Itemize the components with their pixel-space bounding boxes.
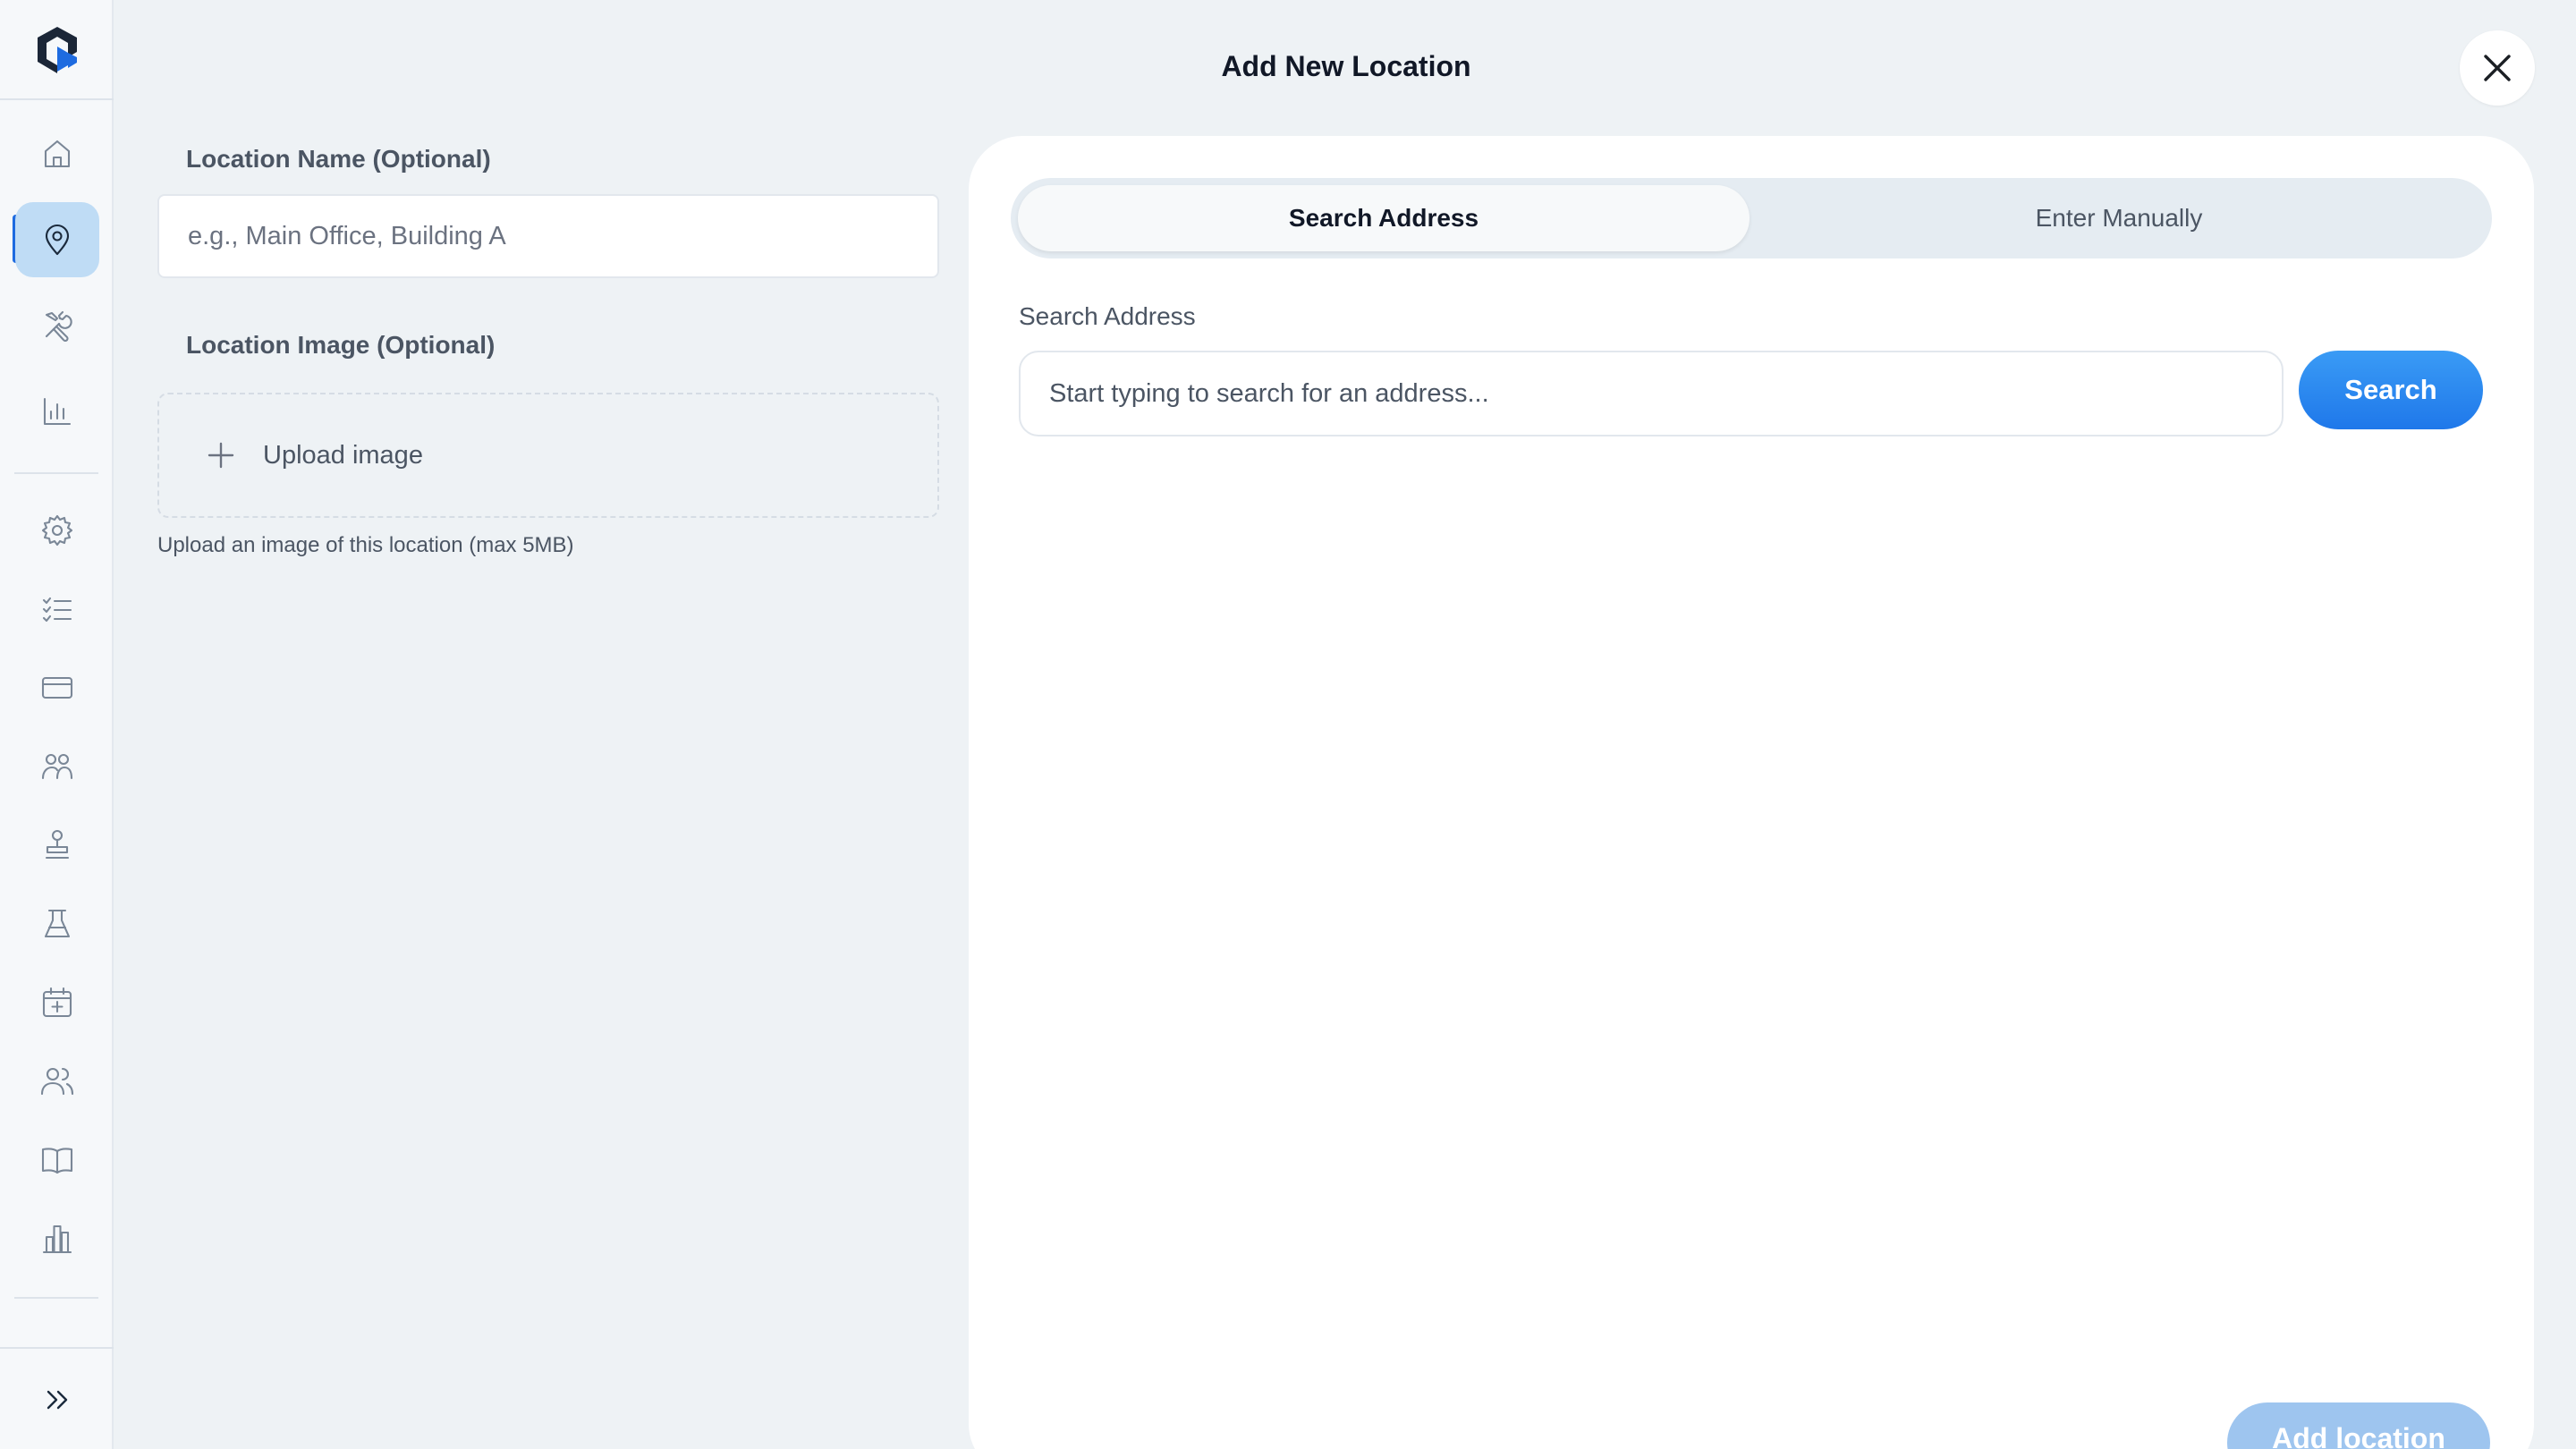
location-pin-icon bbox=[45, 224, 70, 256]
modal-title: Add New Location bbox=[1221, 50, 1471, 82]
sidebar-item-tasks[interactable] bbox=[15, 572, 99, 647]
sidebar-item-locations[interactable] bbox=[15, 202, 99, 277]
sidebar-item-tools[interactable] bbox=[15, 288, 99, 363]
sidebar-item-settings[interactable] bbox=[15, 493, 99, 568]
add-location-button[interactable]: Add location bbox=[2227, 1402, 2490, 1449]
tab-search-address[interactable]: Search Address bbox=[1018, 185, 1750, 251]
upload-image-label: Upload image bbox=[263, 440, 423, 470]
sidebar-item-approvals[interactable] bbox=[15, 808, 99, 883]
chevrons-right-icon bbox=[47, 1390, 68, 1410]
sidebar-item-billing[interactable] bbox=[15, 650, 99, 725]
tab-enter-manually[interactable]: Enter Manually bbox=[1753, 185, 2485, 251]
book-icon bbox=[41, 1148, 73, 1174]
location-image-label: Location Image (Optional) bbox=[186, 331, 496, 359]
sidebar-item-teams[interactable] bbox=[15, 729, 99, 804]
app-logo-icon[interactable] bbox=[34, 25, 80, 75]
sidebar bbox=[0, 0, 114, 1449]
sidebar-item-lab[interactable] bbox=[15, 886, 99, 962]
plus-icon bbox=[208, 442, 234, 469]
home-icon bbox=[44, 140, 71, 168]
sidebar-item-analytics[interactable] bbox=[15, 1201, 99, 1276]
location-name-input[interactable] bbox=[157, 194, 939, 278]
address-panel bbox=[969, 136, 2534, 1449]
address-search-input[interactable] bbox=[1019, 351, 2284, 436]
tools-icon bbox=[45, 310, 72, 343]
search-button[interactable]: Search bbox=[2299, 351, 2483, 429]
calendar-add-icon bbox=[42, 987, 72, 1018]
gear-icon bbox=[41, 514, 73, 547]
expand-sidebar-button[interactable] bbox=[34, 1377, 80, 1422]
close-button[interactable] bbox=[2460, 30, 2535, 106]
upload-hint: Upload an image of this location (max 5M… bbox=[157, 533, 574, 557]
sidebar-divider bbox=[0, 1347, 114, 1349]
checklist-icon bbox=[42, 597, 72, 623]
team-icon bbox=[41, 753, 73, 780]
bar-chart-icon bbox=[43, 397, 72, 426]
address-mode-tabs: Search Address Enter Manually bbox=[1011, 178, 2492, 258]
sidebar-item-schedule[interactable] bbox=[15, 965, 99, 1040]
flask-icon bbox=[44, 909, 71, 938]
sidebar-item-reports[interactable] bbox=[15, 374, 99, 449]
credit-card-icon bbox=[41, 676, 73, 699]
sidebar-divider bbox=[14, 472, 98, 474]
sidebar-divider bbox=[0, 98, 114, 100]
sidebar-item-users[interactable] bbox=[15, 1044, 99, 1119]
sidebar-item-knowledge-base[interactable] bbox=[15, 1123, 99, 1198]
location-name-label: Location Name (Optional) bbox=[186, 145, 491, 173]
upload-image-dropzone[interactable]: Upload image bbox=[157, 393, 939, 518]
users-icon bbox=[40, 1067, 74, 1096]
building-chart-icon bbox=[42, 1224, 72, 1254]
sidebar-divider bbox=[14, 1297, 98, 1299]
stamp-icon bbox=[45, 829, 70, 860]
close-icon bbox=[2484, 55, 2511, 81]
search-address-label: Search Address bbox=[1019, 302, 1196, 330]
sidebar-item-home[interactable] bbox=[15, 116, 99, 191]
